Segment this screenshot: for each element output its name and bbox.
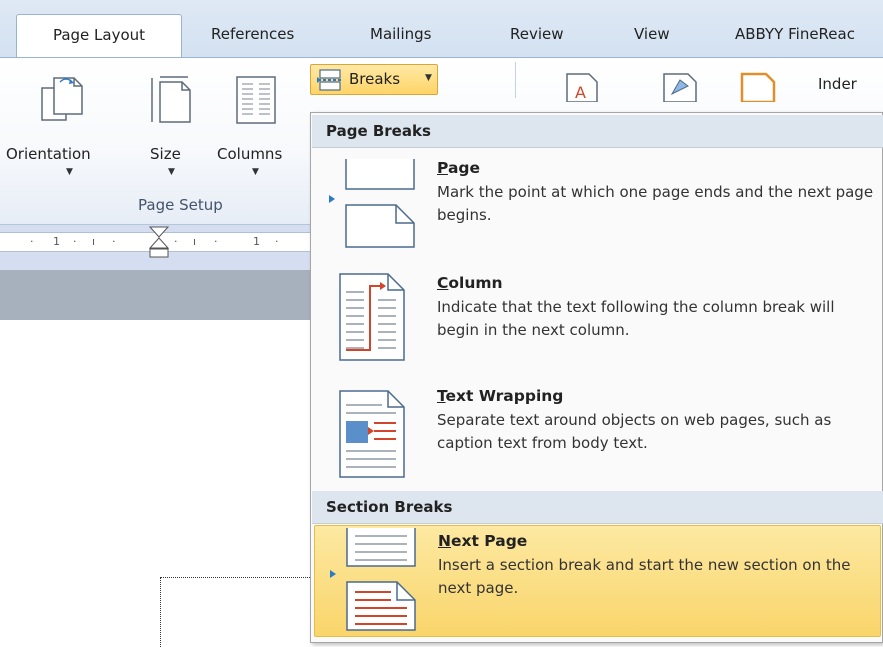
size-button[interactable]: Size ▼ bbox=[140, 68, 200, 188]
breaks-dropdown-menu: Page Breaks Page Mark the point at which… bbox=[310, 112, 883, 643]
watermark-icon[interactable]: A bbox=[563, 72, 601, 102]
tab-view[interactable]: View bbox=[634, 24, 670, 57]
menu-item-description: Separate text around objects on web page… bbox=[437, 411, 832, 452]
ruler-number: 1 bbox=[253, 235, 261, 248]
indent-marker-icon[interactable] bbox=[148, 226, 170, 262]
menu-item-page[interactable]: Page Mark the point at which one page en… bbox=[314, 153, 881, 270]
indent-label: Inder bbox=[818, 75, 857, 93]
section-breaks-header: Section Breaks bbox=[312, 491, 883, 524]
ribbon-tab-strip: Page Layout References Mailings Review V… bbox=[0, 0, 883, 58]
menu-item-title: Page bbox=[437, 159, 481, 177]
chevron-down-icon: ▼ bbox=[425, 73, 432, 83]
orientation-button[interactable]: Orientation ▼ bbox=[6, 68, 126, 188]
column-break-icon bbox=[339, 273, 405, 361]
ruler-number: 1 bbox=[53, 235, 61, 248]
page-borders-icon[interactable] bbox=[738, 72, 778, 102]
columns-label: Columns bbox=[217, 145, 283, 163]
page-break-icon bbox=[329, 159, 415, 248]
next-page-break-icon bbox=[330, 528, 416, 631]
menu-item-next-page[interactable]: Next Page Insert a section break and sta… bbox=[314, 525, 881, 637]
orientation-label: Orientation bbox=[6, 145, 91, 163]
menu-item-title: Column bbox=[437, 274, 503, 292]
tab-page-layout[interactable]: Page Layout bbox=[16, 14, 182, 58]
tab-references[interactable]: References bbox=[211, 24, 294, 57]
chevron-down-icon: ▼ bbox=[252, 167, 259, 177]
columns-icon bbox=[236, 76, 276, 124]
menu-item-description: Mark the point at which one page ends an… bbox=[437, 183, 874, 224]
size-icon bbox=[151, 76, 191, 123]
menu-item-text-wrapping[interactable]: Text Wrapping Separate text around objec… bbox=[314, 381, 881, 498]
columns-button[interactable]: Columns ▼ bbox=[212, 68, 308, 188]
menu-item-description: Indicate that the text following the col… bbox=[437, 298, 835, 339]
document-page bbox=[0, 320, 310, 647]
menu-item-title: Text Wrapping bbox=[437, 387, 564, 405]
page-color-icon[interactable] bbox=[660, 72, 700, 102]
group-separator bbox=[515, 62, 516, 98]
horizontal-ruler[interactable]: · 1 · ı · · ı · 1 · bbox=[0, 226, 310, 258]
menu-item-column[interactable]: Column Indicate that the text following … bbox=[314, 268, 881, 385]
text-wrapping-break-icon bbox=[339, 390, 405, 478]
menu-item-title: Next Page bbox=[438, 532, 528, 550]
svg-text:A: A bbox=[575, 83, 586, 102]
chevron-down-icon: ▼ bbox=[66, 167, 73, 177]
breaks-label: Breaks bbox=[349, 70, 401, 88]
tab-mailings[interactable]: Mailings bbox=[370, 24, 431, 57]
size-label: Size bbox=[150, 145, 181, 163]
tab-review[interactable]: Review bbox=[510, 24, 564, 57]
tab-abbyy-finereader[interactable]: ABBYY FineReac bbox=[735, 24, 855, 57]
page-breaks-header: Page Breaks bbox=[312, 115, 883, 148]
chevron-down-icon: ▼ bbox=[168, 167, 175, 177]
page-setup-group-label: Page Setup bbox=[138, 196, 223, 214]
breaks-icon bbox=[317, 69, 342, 91]
menu-item-description: Insert a section break and start the new… bbox=[438, 556, 851, 597]
breaks-button[interactable]: Breaks ▼ bbox=[310, 64, 438, 95]
document-gray-margin bbox=[0, 270, 310, 320]
crop-mark bbox=[160, 577, 310, 647]
orientation-icon bbox=[41, 77, 83, 121]
